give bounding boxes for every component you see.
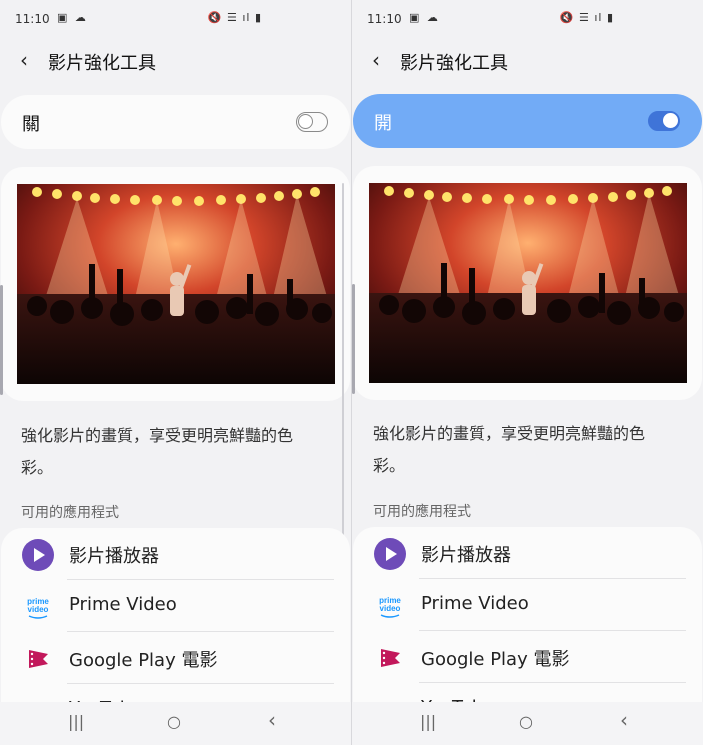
toggle-label: 關	[22, 114, 40, 135]
play-icon	[374, 538, 406, 570]
system-status-icons: 🔇 ☰ ıl ▮	[207, 11, 262, 24]
play-icon	[22, 539, 54, 571]
app-name: Google Play 電影	[421, 649, 570, 670]
list-item[interactable]: 影片播放器	[353, 527, 702, 579]
back-button[interactable]: ‹	[268, 708, 276, 732]
enhancer-toggle-card[interactable]: 開	[353, 94, 702, 148]
app-name: Prime Video	[69, 594, 177, 615]
app-name: Google Play 電影	[69, 650, 218, 671]
right-screen: 11:10 ▣ ☁ 🔇 ☰ ıl ▮ ‹ 影片強化工具 開 強化影片的畫質，享受…	[352, 0, 703, 745]
notification-icons: ▣ ☁	[57, 11, 88, 24]
nav-bar: ||| ○ ‹	[0, 702, 351, 745]
apps-list: 影片播放器 prime video Prime Video Google Play…	[353, 527, 702, 727]
status-time: 11:10	[15, 12, 50, 26]
apps-list: 影片播放器 prime video Prime Video Google Play…	[1, 528, 350, 728]
app-name: 影片播放器	[421, 545, 511, 566]
feature-description: 強化影片的畫質，享受更明亮鮮豔的色彩。	[21, 426, 294, 477]
switch-knob	[298, 114, 313, 129]
back-icon[interactable]: ‹	[372, 48, 380, 72]
page-title: 影片強化工具	[400, 53, 508, 74]
system-status-icons: 🔇 ☰ ıl ▮	[559, 11, 614, 24]
list-item[interactable]: Google Play 電影	[1, 632, 350, 684]
enhancer-toggle-card[interactable]: 關	[1, 95, 350, 149]
page-title: 影片強化工具	[48, 53, 156, 74]
enhancer-switch[interactable]	[648, 111, 680, 131]
notification-icons: ▣ ☁	[409, 11, 440, 24]
list-item[interactable]: prime video Prime Video	[353, 579, 702, 631]
toggle-label: 開	[374, 113, 392, 134]
concert-preview-image	[369, 183, 687, 383]
google-play-movies-icon	[29, 650, 48, 668]
app-name: 影片播放器	[69, 546, 159, 567]
status-bar: 11:10 ▣ ☁ 🔇 ☰ ıl ▮	[367, 10, 688, 30]
scrollbar[interactable]	[342, 183, 344, 573]
prime-video-icon: primevideo	[27, 597, 49, 619]
feature-description: 強化影片的畫質，享受更明亮鮮豔的色彩。	[373, 424, 646, 475]
list-item[interactable]: Google Play 電影	[353, 631, 702, 683]
preview-card	[353, 166, 702, 400]
recent-apps-button[interactable]: |||	[68, 712, 84, 731]
svg-text:video: video	[380, 604, 401, 613]
nav-bar: ||| ○ ‹	[352, 702, 703, 745]
list-item[interactable]: prime video Prime Video	[1, 580, 350, 632]
app-bar: ‹ 影片強化工具	[352, 44, 703, 78]
status-time: 11:10	[367, 12, 402, 26]
home-button[interactable]: ○	[519, 712, 533, 731]
svg-text:video: video	[28, 605, 49, 614]
home-button[interactable]: ○	[167, 712, 181, 731]
recent-apps-button[interactable]: |||	[420, 712, 436, 731]
back-button[interactable]: ‹	[620, 708, 628, 732]
status-bar: 11:10 ▣ ☁ 🔇 ☰ ıl ▮	[15, 10, 336, 30]
section-header: 可用的應用程式	[21, 505, 119, 521]
list-item[interactable]: 影片播放器	[1, 528, 350, 580]
app-name: Prime Video	[421, 593, 529, 614]
left-screen: 11:10 ▣ ☁ 🔇 ☰ ıl ▮ ‹ 影片強化工具 關 強化影片的畫質，享受…	[0, 0, 351, 745]
edge-handle[interactable]	[352, 284, 355, 394]
preview-card	[1, 167, 350, 401]
section-header: 可用的應用程式	[373, 504, 471, 520]
google-play-movies-icon	[381, 649, 400, 667]
prime-video-icon: primevideo	[379, 596, 401, 618]
enhancer-switch[interactable]	[296, 112, 328, 132]
app-bar: ‹ 影片強化工具	[0, 44, 351, 78]
concert-preview-image	[17, 184, 335, 384]
switch-knob	[663, 113, 678, 128]
back-icon[interactable]: ‹	[20, 48, 28, 72]
edge-handle[interactable]	[0, 285, 3, 395]
